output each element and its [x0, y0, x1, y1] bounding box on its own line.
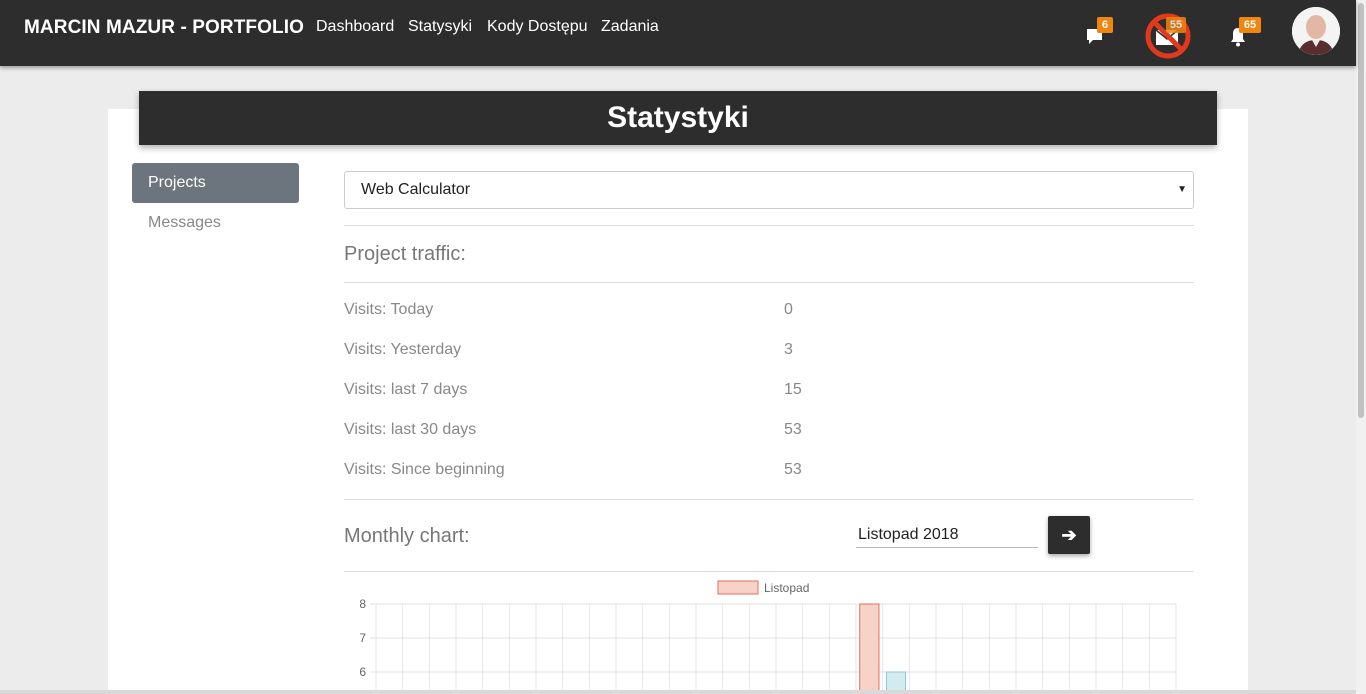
sidebar-item-projects[interactable]: Projects [132, 163, 299, 203]
stat-value-30days: 53 [784, 421, 802, 438]
nav-statystyki[interactable]: Statysyki [408, 18, 472, 36]
stat-label-30days: Visits: last 30 days [344, 421, 477, 438]
nav-dashboard[interactable]: Dashboard [316, 18, 394, 36]
page-title: Statystyki [139, 91, 1217, 145]
traffic-title: Project traffic: [344, 243, 466, 265]
chevron-down-icon: ▼ [1177, 184, 1187, 195]
y-tick-label: 7 [359, 631, 366, 645]
stat-label-today: Visits: Today [344, 301, 434, 318]
legend-swatch [717, 580, 759, 595]
monthly-chart: 8 7 6 Listopad [359, 580, 1177, 694]
chart-y-ticks: 8 7 6 [359, 597, 366, 679]
stat-value-yesterday: 3 [784, 341, 793, 358]
arrow-right-icon: ➔ [1061, 525, 1077, 545]
stat-value-today: 0 [784, 301, 793, 318]
divider [344, 499, 1194, 500]
messages-badge: 6 [1097, 17, 1113, 33]
monthly-title: Monthly chart: [344, 525, 470, 547]
chart-grid [370, 603, 1177, 694]
notifications-badge: 65 [1239, 17, 1261, 33]
sidebar-item-messages[interactable]: Messages [132, 203, 299, 243]
project-select-value: Web Calculator [361, 181, 471, 198]
y-tick-label: 8 [359, 597, 366, 611]
stat-value-7days: 15 [784, 381, 802, 398]
chart-legend: Listopad [717, 580, 809, 595]
divider [344, 282, 1194, 283]
stat-label-total: Visits: Since beginning [344, 461, 505, 478]
stat-label-yesterday: Visits: Yesterday [344, 341, 462, 358]
scrollbar-thumb[interactable] [1358, 3, 1364, 418]
brand-title[interactable]: MARCIN MAZUR - PORTFOLIO [24, 17, 304, 39]
bottom-edge [0, 690, 1356, 694]
legend-label: Listopad [764, 581, 809, 595]
avatar[interactable] [1292, 7, 1340, 55]
top-navbar: MARCIN MAZUR - PORTFOLIO Dashboard Staty… [0, 0, 1356, 66]
y-tick-label: 6 [359, 665, 366, 679]
project-select[interactable]: Web Calculator ▼ [344, 171, 1194, 209]
nav-zadania[interactable]: Zadania [601, 18, 659, 36]
chart-bar [859, 603, 880, 694]
divider [344, 225, 1194, 226]
nav-kody-dostepu[interactable]: Kody Dostępu [487, 18, 588, 36]
stat-label-7days: Visits: last 7 days [344, 381, 468, 398]
mail-badge: 55 [1166, 17, 1186, 33]
month-input[interactable]: Listopad 2018 [856, 524, 1038, 548]
stat-value-total: 53 [784, 461, 802, 478]
next-month-button[interactable]: ➔ [1048, 516, 1090, 554]
